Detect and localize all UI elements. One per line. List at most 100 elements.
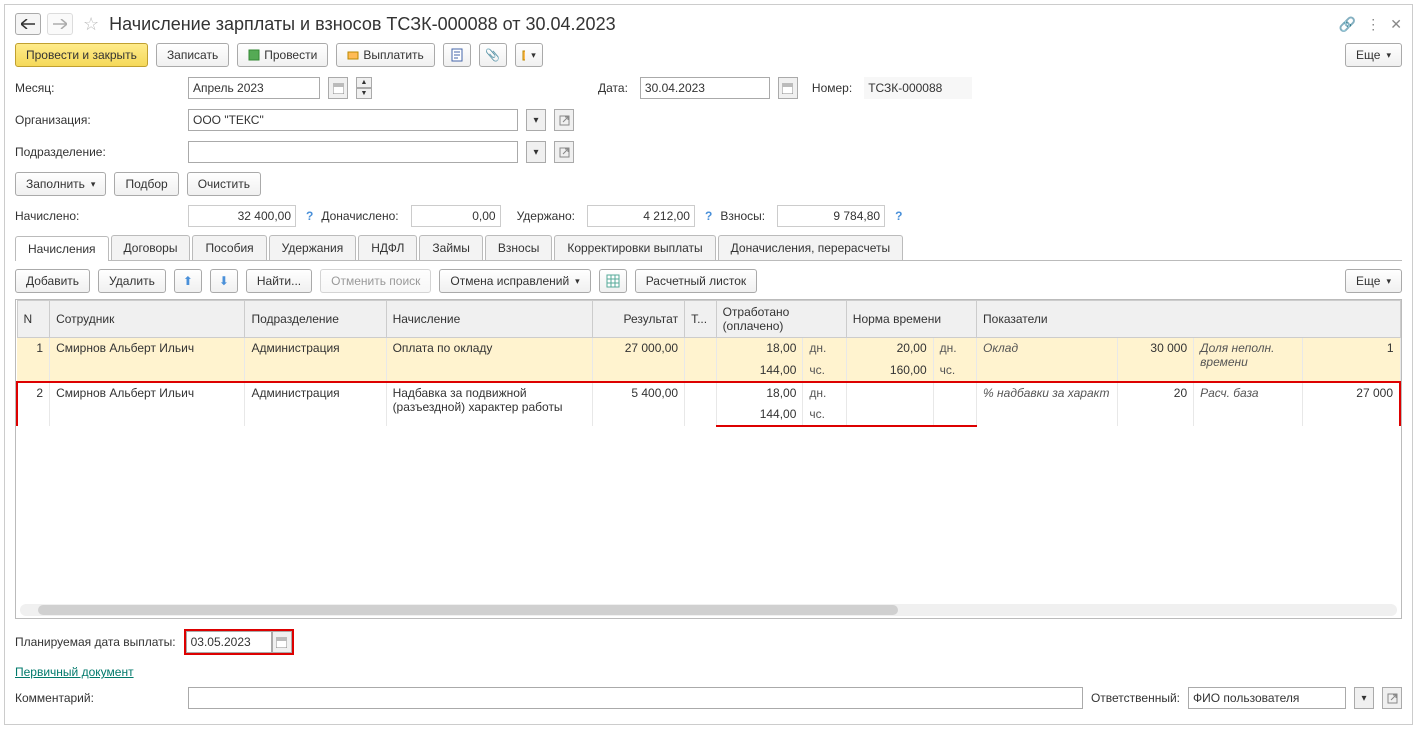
- tab-loans[interactable]: Займы: [419, 235, 483, 260]
- caret-down-icon: ▾: [1386, 50, 1391, 61]
- nav-back-button[interactable]: [15, 13, 41, 35]
- payslip-button[interactable]: Расчетный листок: [635, 269, 757, 293]
- more-label: Еще: [1356, 48, 1380, 62]
- link-icon[interactable]: 🔗: [1339, 16, 1356, 33]
- help-icon[interactable]: ?: [705, 209, 712, 223]
- planned-date-input[interactable]: 03.05.2023: [186, 631, 272, 653]
- cell-worked-hours: 144,00: [716, 404, 803, 426]
- col-department[interactable]: Подразделение: [245, 301, 386, 338]
- arrow-left-icon: [21, 19, 35, 29]
- month-input[interactable]: Апрель 2023: [188, 77, 320, 99]
- open-icon: [559, 115, 570, 126]
- arrow-right-icon: [53, 19, 67, 29]
- col-worked[interactable]: Отработано (оплачено): [716, 301, 846, 338]
- cell-norm-hours: 160,00: [846, 360, 933, 382]
- favorite-star-icon[interactable]: ☆: [83, 14, 99, 35]
- col-employee[interactable]: Сотрудник: [50, 301, 245, 338]
- folder-dropdown-button[interactable]: ▾: [515, 43, 543, 67]
- dept-input[interactable]: [188, 141, 518, 163]
- tab-payout-corrections[interactable]: Корректировки выплаты: [554, 235, 715, 260]
- withheld-label: Удержано:: [517, 209, 575, 223]
- arrow-up-icon: ⬆: [183, 274, 193, 288]
- close-icon[interactable]: ✕: [1390, 16, 1402, 33]
- responsible-input[interactable]: ФИО пользователя: [1188, 687, 1346, 709]
- tab-contributions[interactable]: Взносы: [485, 235, 552, 260]
- org-label: Организация:: [15, 113, 180, 127]
- help-icon[interactable]: ?: [895, 209, 902, 223]
- table-row[interactable]: 1 Смирнов Альберт Ильич Администрация Оп…: [17, 338, 1400, 360]
- tab-additional-accruals[interactable]: Доначисления, перерасчеты: [718, 235, 903, 260]
- accruals-table[interactable]: N Сотрудник Подразделение Начисление Рез…: [15, 299, 1402, 619]
- cell-t: [685, 382, 716, 426]
- columns-button[interactable]: [599, 269, 627, 293]
- tab-benefits[interactable]: Пособия: [192, 235, 266, 260]
- horizontal-scrollbar[interactable]: [20, 604, 1397, 616]
- caret-down-icon: ▾: [531, 50, 536, 61]
- withheld-value: 4 212,00: [587, 205, 695, 227]
- responsible-open-button[interactable]: [1382, 687, 1402, 709]
- folder-icon: [522, 49, 525, 61]
- col-indicators[interactable]: Показатели: [977, 301, 1400, 338]
- tab-deductions[interactable]: Удержания: [269, 235, 357, 260]
- tab-ndfl[interactable]: НДФЛ: [358, 235, 417, 260]
- post-button[interactable]: Провести: [237, 43, 328, 67]
- date-calendar-button[interactable]: [778, 77, 798, 99]
- dept-open-button[interactable]: [554, 141, 574, 163]
- write-button[interactable]: Записать: [156, 43, 229, 67]
- col-accrual[interactable]: Начисление: [386, 301, 592, 338]
- move-up-button[interactable]: ⬆: [174, 269, 202, 293]
- cell-accrual: Надбавка за подвижной (разъездной) харак…: [386, 382, 592, 426]
- cell-norm-days-unit: дн.: [933, 338, 976, 360]
- delete-row-button[interactable]: Удалить: [98, 269, 166, 293]
- post-and-close-button[interactable]: Провести и закрыть: [15, 43, 148, 67]
- clear-button[interactable]: Очистить: [187, 172, 261, 196]
- report-button[interactable]: [443, 43, 471, 67]
- cell-n: 1: [17, 338, 50, 382]
- arrow-down-icon: ⬇: [219, 274, 229, 288]
- add-row-button[interactable]: Добавить: [15, 269, 90, 293]
- tab-more-button[interactable]: Еще ▾: [1345, 269, 1402, 293]
- cell-worked-hours: 144,00: [716, 360, 803, 382]
- dept-dropdown-button[interactable]: ▾: [526, 141, 546, 163]
- date-input[interactable]: 30.04.2023: [640, 77, 770, 99]
- move-down-button[interactable]: ⬇: [210, 269, 238, 293]
- tab-accruals[interactable]: Начисления: [15, 236, 109, 261]
- org-open-button[interactable]: [554, 109, 574, 131]
- cell-worked-days-unit: дн.: [803, 338, 846, 360]
- month-spin-down[interactable]: ▼: [356, 88, 372, 99]
- cell-worked-days: 18,00: [716, 338, 803, 360]
- help-icon[interactable]: ?: [306, 209, 313, 223]
- fill-button[interactable]: Заполнить ▾: [15, 172, 106, 196]
- primary-document-link[interactable]: Первичный документ: [15, 665, 134, 679]
- planned-date-calendar-button[interactable]: [272, 631, 292, 653]
- col-result[interactable]: Результат: [592, 301, 684, 338]
- pay-button[interactable]: Выплатить: [336, 43, 435, 67]
- responsible-dropdown-button[interactable]: ▾: [1354, 687, 1374, 709]
- kebab-menu-icon[interactable]: ⋮: [1366, 16, 1380, 33]
- month-calendar-button[interactable]: [328, 77, 348, 99]
- scrollbar-thumb[interactable]: [38, 605, 898, 615]
- comment-input[interactable]: [188, 687, 1083, 709]
- cell-t: [685, 338, 716, 382]
- month-spin-up[interactable]: ▲: [356, 77, 372, 88]
- col-t[interactable]: Т...: [685, 301, 716, 338]
- addl-label: Доначислено:: [321, 209, 398, 223]
- cancel-corrections-button[interactable]: Отмена исправлений ▾: [439, 269, 590, 293]
- find-button[interactable]: Найти...: [246, 269, 312, 293]
- cell-norm-hours-unit: чс.: [933, 360, 976, 382]
- number-value: ТСЗК-000088: [864, 77, 972, 99]
- pick-button[interactable]: Подбор: [114, 172, 178, 196]
- contrib-label: Взносы:: [720, 209, 765, 223]
- more-button[interactable]: Еще ▾: [1345, 43, 1402, 67]
- cell-ind1-val: 30 000: [1118, 338, 1194, 382]
- dept-label: Подразделение:: [15, 145, 180, 159]
- cell-employee: Смирнов Альберт Ильич: [50, 382, 245, 426]
- col-n[interactable]: N: [17, 301, 50, 338]
- attach-button[interactable]: 📎: [479, 43, 507, 67]
- tab-contracts[interactable]: Договоры: [111, 235, 191, 260]
- report-icon: [451, 48, 463, 62]
- col-norm[interactable]: Норма времени: [846, 301, 976, 338]
- org-input[interactable]: ООО "ТЕКС": [188, 109, 518, 131]
- org-dropdown-button[interactable]: ▾: [526, 109, 546, 131]
- table-row[interactable]: 2 Смирнов Альберт Ильич Администрация На…: [17, 382, 1400, 404]
